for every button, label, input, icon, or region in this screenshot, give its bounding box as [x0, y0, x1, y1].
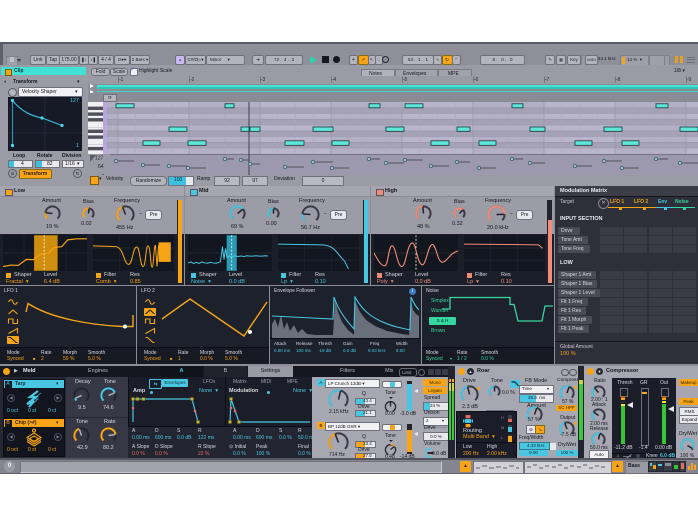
svg-text:127: 127 — [95, 156, 104, 162]
svg-text:64: 64 — [98, 164, 104, 170]
